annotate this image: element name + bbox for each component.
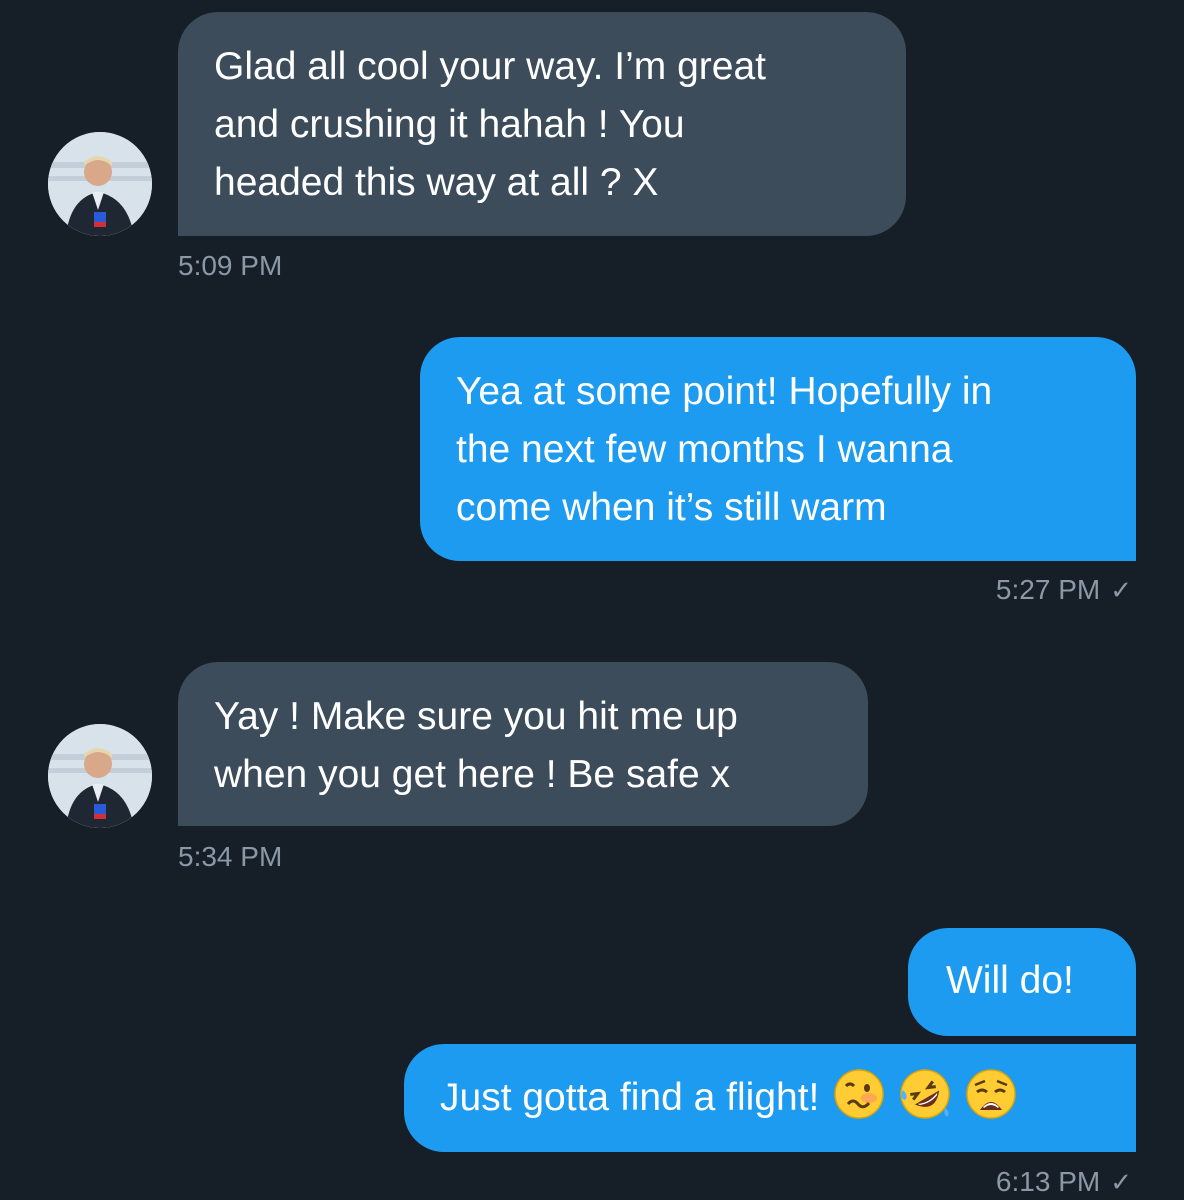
user-avatar-icon[interactable]: [48, 132, 152, 236]
message-text-line: Yea at some point! Hopefully in: [456, 370, 993, 413]
message-timestamp: 5:09 PM: [178, 250, 283, 281]
message-text-line: the next few months I wanna: [456, 428, 953, 471]
message-text-line: Will do!: [946, 959, 1074, 1002]
message-text-line: headed this way at all ? X: [214, 161, 659, 204]
woozy-face-icon: [833, 1068, 885, 1120]
message-timestamp-row: 6:13 PM ✓: [996, 1166, 1132, 1198]
message-text-line: come when it’s still warm: [456, 486, 887, 529]
outgoing-message-bubble[interactable]: Yea at some point! Hopefully in the next…: [420, 337, 1136, 561]
outgoing-message-bubble[interactable]: Will do!: [908, 928, 1136, 1036]
incoming-message-bubble[interactable]: Yay ! Make sure you hit me up when you g…: [178, 662, 868, 826]
rolling-on-floor-laughing-icon: [899, 1068, 951, 1120]
user-avatar-icon[interactable]: [48, 724, 152, 828]
message-timestamp: 5:34 PM: [178, 841, 283, 872]
message-text-line: when you get here ! Be safe x: [214, 753, 730, 796]
weary-face-icon: [965, 1068, 1017, 1120]
message-text-line: Yay ! Make sure you hit me up: [214, 695, 738, 738]
message-text-line: Glad all cool your way. I’m great: [214, 45, 766, 88]
message-text-line: and crushing it hahah ! You: [214, 103, 685, 146]
message-timestamp: 6:13 PM: [995, 1166, 1101, 1197]
message-text-line: Just gotta find a flight!: [440, 1076, 820, 1119]
message-timestamp: 5:27 PM: [995, 574, 1101, 605]
message-timestamp-row: 5:27 PM ✓: [996, 574, 1132, 606]
incoming-message-bubble[interactable]: Glad all cool your way. I’m great and cr…: [178, 12, 906, 236]
outgoing-message-bubble[interactable]: Just gotta find a flight!: [404, 1044, 1136, 1152]
check-icon: ✓: [1110, 1167, 1132, 1197]
check-icon: ✓: [1110, 575, 1132, 605]
